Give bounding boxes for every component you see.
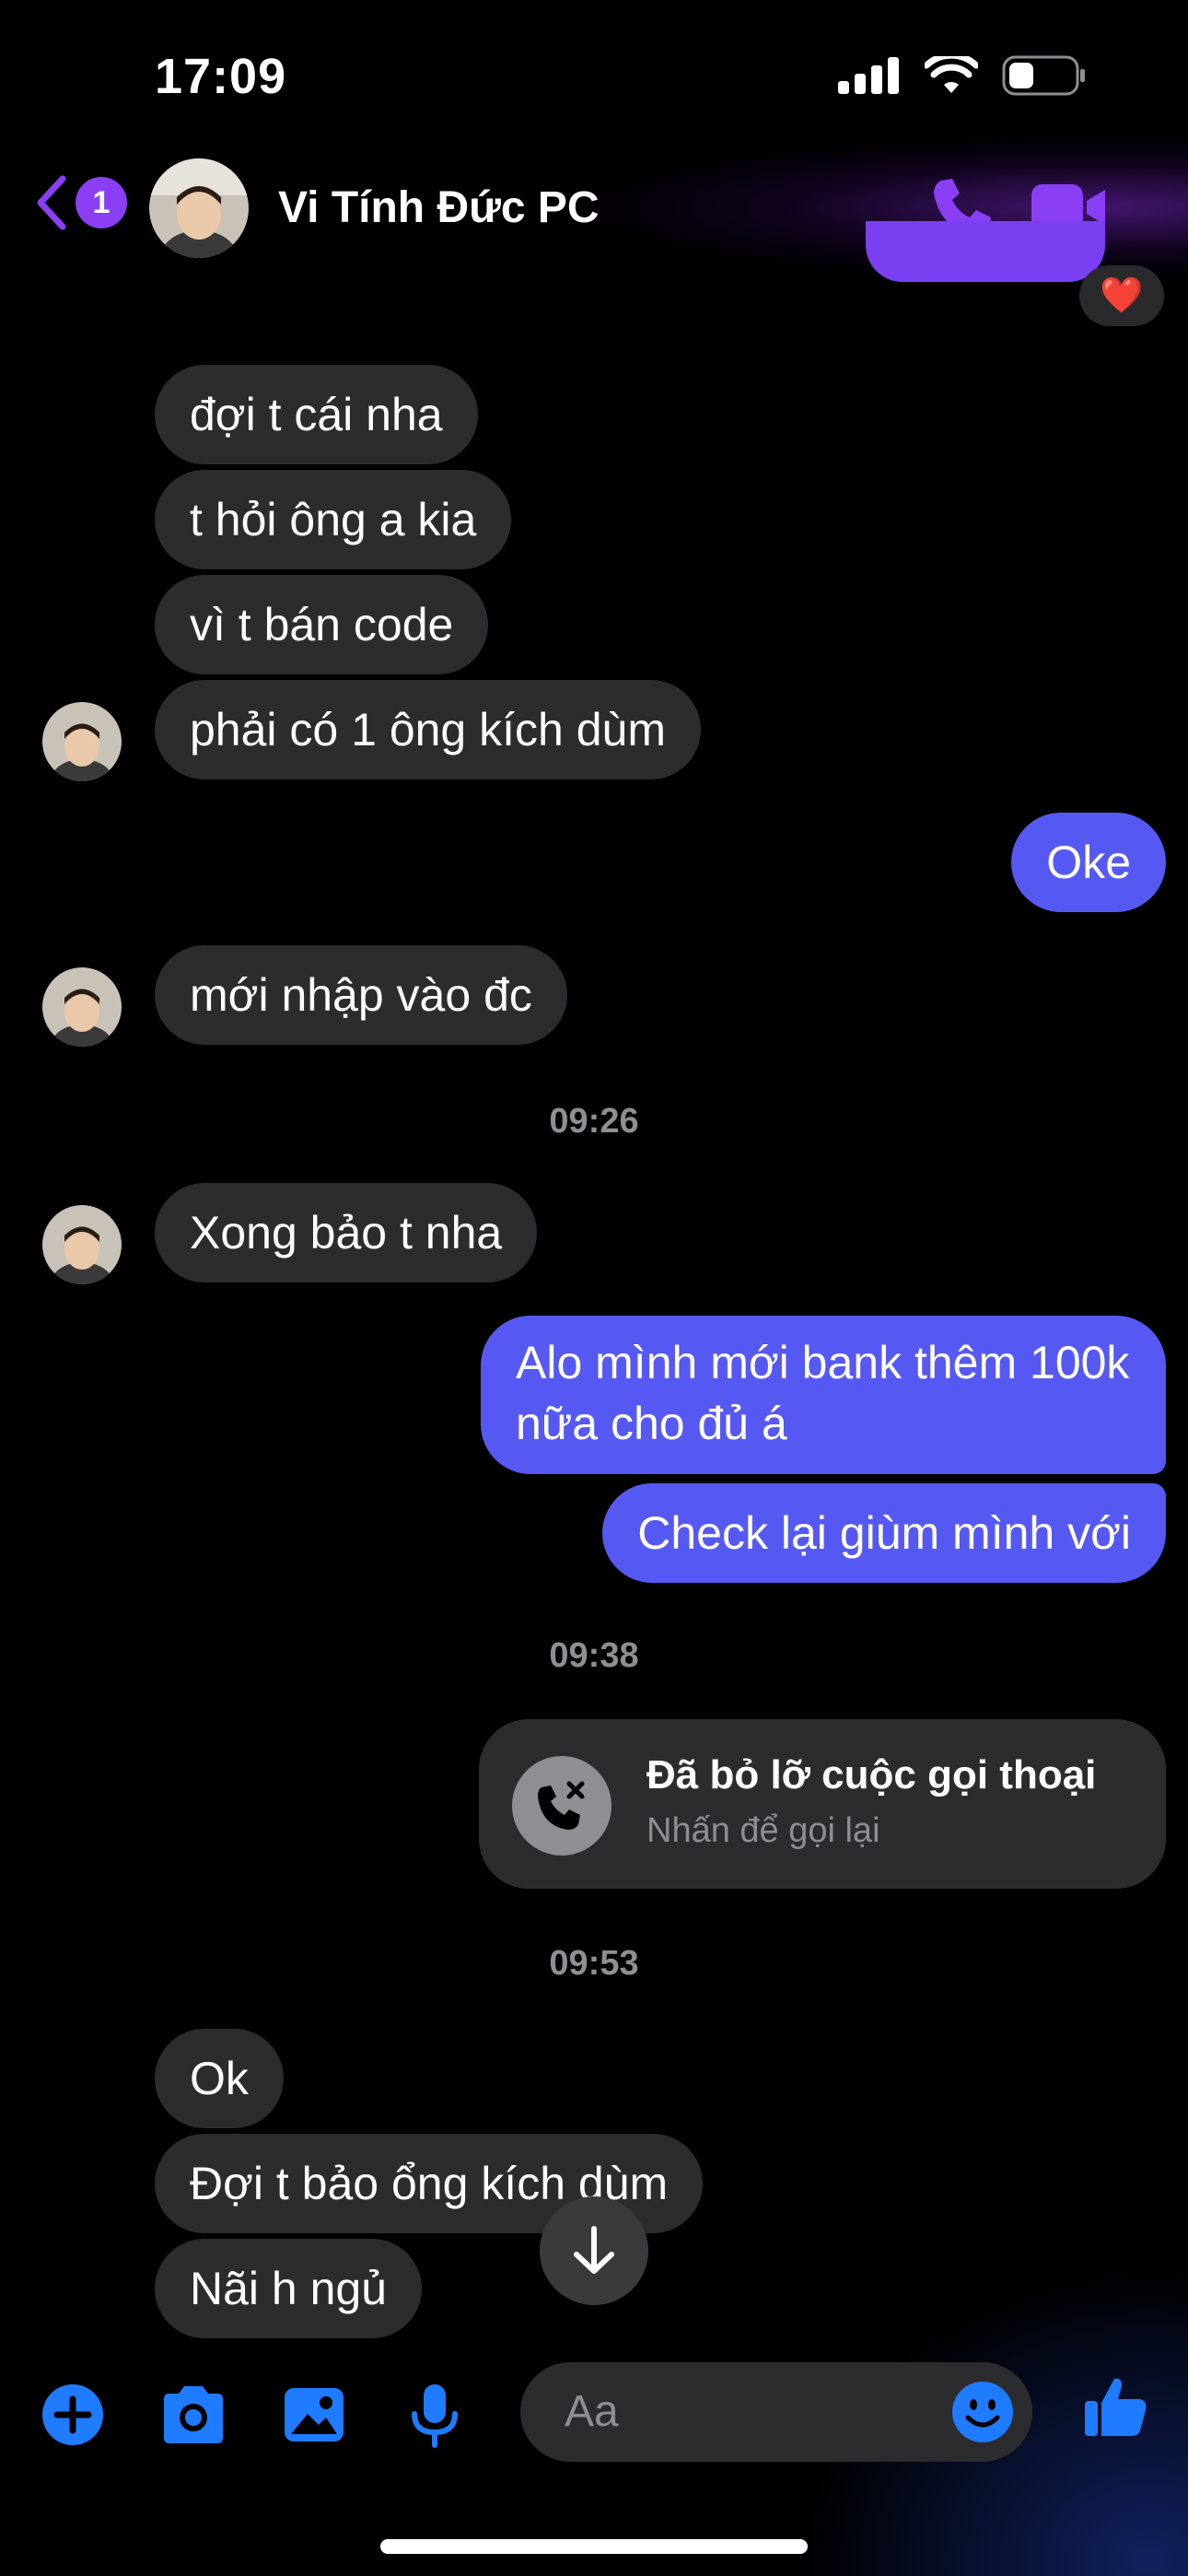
received-message[interactable]: mới nhập vào đc [155, 945, 567, 1045]
received-message[interactable]: Nãi h ngủ [155, 2239, 423, 2338]
image-icon [285, 2388, 344, 2441]
heart-reaction[interactable]: ❤️ [1079, 265, 1164, 326]
home-indicator [380, 2539, 808, 2554]
timestamp: 09:53 [549, 1944, 639, 1983]
plus-circle-icon [42, 2384, 103, 2445]
received-message[interactable]: đợi t cái nha [155, 365, 478, 464]
sender-avatar[interactable] [42, 702, 122, 781]
timestamp: 09:26 [549, 1102, 639, 1141]
add-button[interactable] [41, 2383, 105, 2452]
status-icons [838, 55, 1087, 96]
emoji-icon[interactable] [951, 2381, 1014, 2443]
wifi-icon [925, 56, 978, 93]
missed-call-title: Đã bỏ lỡ cuộc gọi thoại [646, 1752, 1097, 1797]
received-message[interactable]: t hỏi ông a kia [155, 470, 512, 569]
contact-name[interactable]: Vi Tính Đức PC [278, 182, 600, 233]
received-message[interactable]: vì t bán code [155, 575, 489, 674]
received-message[interactable]: phải có 1 ông kích dùm [155, 680, 701, 779]
sender-avatar[interactable] [42, 1205, 122, 1284]
sender-avatar[interactable] [42, 967, 122, 1047]
sent-bubble-partial[interactable] [866, 221, 1105, 282]
back-button[interactable]: 1 [35, 175, 127, 230]
missed-call-icon [512, 1756, 611, 1856]
contact-avatar[interactable] [149, 158, 249, 258]
sent-message[interactable]: Alo mình mới bank thêm 100k nữa cho đủ á [481, 1316, 1166, 1474]
like-button[interactable] [1083, 2373, 1149, 2444]
signal-icon [838, 57, 899, 94]
thumbs-up-icon [1085, 2378, 1147, 2436]
gallery-button[interactable] [282, 2383, 346, 2452]
camera-icon [164, 2386, 223, 2443]
chevron-left-icon [37, 175, 66, 230]
battery-icon [1002, 55, 1085, 96]
received-message[interactable]: Ok [155, 2029, 284, 2128]
heart-icon: ❤️ [1100, 276, 1144, 315]
unread-badge: 1 [76, 177, 127, 228]
scroll-to-bottom-button[interactable] [540, 2196, 648, 2305]
status-time: 17:09 [155, 49, 287, 104]
camera-button[interactable] [158, 2383, 228, 2452]
message-input-placeholder: Aa [565, 2387, 619, 2436]
received-message[interactable]: Xong bảo t nha [155, 1183, 538, 1282]
sent-message[interactable]: Oke [1011, 813, 1166, 912]
timestamp: 09:38 [549, 1636, 639, 1675]
missed-call-card[interactable]: Đã bỏ lỡ cuộc gọi thoại Nhấn để gọi lại [479, 1719, 1166, 1889]
missed-call-subtitle: Nhấn để gọi lại [646, 1811, 880, 1850]
message-input[interactable]: Aa [520, 2362, 1032, 2462]
microphone-icon [412, 2384, 458, 2448]
voice-message-button[interactable] [409, 2383, 460, 2453]
arrow-down-icon [574, 2226, 614, 2274]
sent-message[interactable]: Check lại giùm mình với [602, 1483, 1166, 1583]
